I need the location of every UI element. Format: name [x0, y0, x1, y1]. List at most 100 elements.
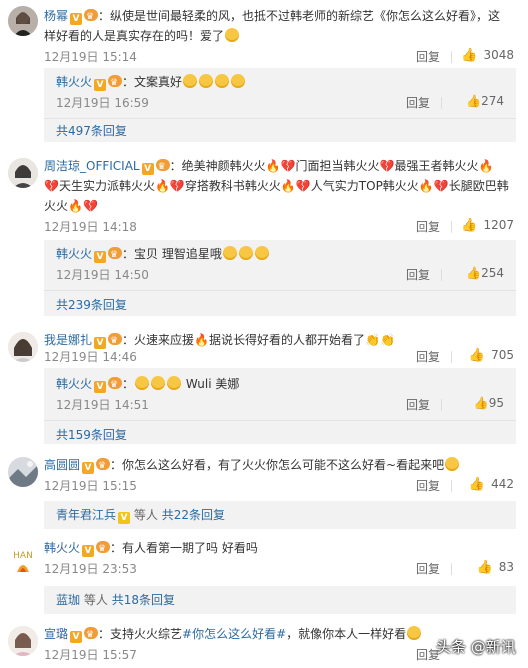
comment-meta: 12月19日 15:14 回复 👍 3048: [44, 48, 514, 66]
timestamp: 12月19日 14:46: [44, 350, 137, 364]
view-more-replies-link[interactable]: 共497条回复: [56, 122, 127, 139]
like-button[interactable]: 👍 1207: [456, 218, 514, 233]
smile-emoji-icon: [407, 626, 422, 640]
reply-button[interactable]: 回复: [416, 477, 440, 494]
reply-button[interactable]: 回复: [416, 48, 440, 65]
comment-yangmi: 杨幂V：纵使是世间最轻柔的风，也抵不过韩老师的新综艺《你怎么这么好看》，这 样好…: [0, 0, 528, 142]
view-more-replies-link[interactable]: 共159条回复: [56, 426, 127, 443]
divider: [451, 221, 452, 233]
avatar[interactable]: [8, 332, 38, 362]
avatar-image: [8, 626, 38, 656]
like-button[interactable]: 👍 442: [456, 477, 514, 492]
divider: [44, 420, 516, 421]
clap-emoji-icon: 👏👏: [365, 333, 395, 347]
heart-emoji-icon: 💔: [295, 179, 311, 193]
member-crown-icon: [84, 7, 99, 27]
avatar[interactable]: [8, 6, 38, 36]
username[interactable]: 周洁琼_OFFICIAL: [44, 159, 140, 173]
smile-emoji-icon: [222, 246, 237, 260]
fire-emoji-icon: 🔥: [68, 199, 83, 213]
reply-box: 韩火火V： Wuli 美娜 12月19日 14:51 回复 👍95 共159条回…: [44, 368, 516, 444]
fire-emoji-icon: 🔥: [194, 333, 209, 347]
divider: [441, 97, 442, 109]
divider: [44, 118, 516, 119]
timestamp: 12月19日 15:57: [44, 648, 137, 662]
username[interactable]: 宣璐: [44, 627, 68, 641]
timestamp: 12月19日 14:51: [56, 398, 149, 412]
member-crown-icon: [108, 375, 123, 395]
verified-badge-icon: V: [94, 381, 107, 393]
like-button[interactable]: 👍95: [446, 396, 504, 410]
avatar[interactable]: [8, 626, 38, 656]
thumbs-up-icon: 👍: [461, 218, 478, 233]
username[interactable]: 高圆圆: [44, 458, 80, 472]
thumbs-up-icon: 👍: [468, 477, 486, 492]
timestamp: 12月19日 14:18: [44, 220, 137, 234]
fire-emoji-icon: 🔥: [154, 179, 170, 193]
view-more-replies-link[interactable]: 共239条回复: [56, 296, 127, 313]
avatar-image: [8, 457, 38, 487]
timestamp: 12月19日 15:15: [44, 479, 137, 493]
watermark: 头条 @新讯: [436, 638, 516, 656]
reply-text: 韩火火V：宝贝 理智追星哦: [56, 244, 270, 265]
fire-emoji-icon: 🔥: [478, 159, 494, 173]
reply-button[interactable]: 回复: [416, 348, 440, 365]
reply-users[interactable]: 蓝珈: [56, 593, 80, 607]
reply-button[interactable]: 回复: [406, 94, 430, 111]
reply-box: 青年君江兵 V 等人 共22条回复: [44, 501, 516, 529]
view-more-replies-link[interactable]: 青年君江兵 V 等人 共22条回复: [56, 506, 225, 524]
verified-badge-icon: V: [70, 631, 83, 643]
timestamp: 12月19日 15:14: [44, 50, 137, 64]
member-crown-icon: [96, 456, 111, 476]
reply-button[interactable]: 回复: [416, 218, 440, 235]
comment-text: 周洁琼_OFFICIALV：绝美神颜韩火火🔥💔门面担当韩火火💔最强王者韩火火🔥 …: [44, 156, 512, 216]
thumbs-up-icon: 👍: [468, 348, 486, 363]
verified-badge-icon: V: [94, 79, 107, 91]
avatar-image: [8, 158, 38, 188]
heart-emoji-icon: 💔: [82, 199, 98, 213]
divider: [441, 269, 442, 281]
verified-badge-icon: V: [141, 163, 154, 175]
avatar[interactable]: [8, 457, 38, 487]
username[interactable]: 我是娜扎: [44, 333, 92, 347]
like-button[interactable]: 👍 83: [456, 560, 514, 575]
like-button[interactable]: 👍254: [446, 266, 504, 280]
like-button[interactable]: 👍274: [446, 94, 504, 108]
username[interactable]: 韩火火: [56, 247, 92, 261]
smile-emoji-icon: [238, 246, 253, 260]
divider: [451, 480, 452, 492]
username[interactable]: 韩火火: [56, 75, 92, 89]
smile-emoji-icon: [231, 74, 246, 88]
smile-emoji-icon: [199, 74, 214, 88]
grin-emoji-icon: [445, 457, 460, 471]
fire-emoji-icon: 🔥: [265, 159, 281, 173]
reply-users[interactable]: 青年君江兵: [56, 508, 116, 522]
avatar[interactable]: HAN: [8, 546, 38, 576]
like-button[interactable]: 👍 3048: [456, 48, 514, 63]
reply-button[interactable]: 回复: [406, 396, 430, 413]
hashtag-link[interactable]: #你怎么这么好看#: [182, 627, 286, 641]
heart-emoji-icon: 💔: [280, 159, 296, 173]
divider: [44, 290, 516, 291]
username[interactable]: 韩火火: [44, 541, 80, 555]
reply-box: 韩火火V：宝贝 理智追星哦 12月19日 14:50 回复 👍254 共239条…: [44, 240, 516, 316]
heart-eyes-emoji-icon: [151, 376, 166, 390]
like-button[interactable]: 👍 705: [456, 348, 514, 363]
avatar-image: [8, 332, 38, 362]
username[interactable]: 杨幂: [44, 9, 68, 23]
avatar[interactable]: [8, 158, 38, 188]
heart-eyes-emoji-icon: [167, 376, 182, 390]
divider: [441, 399, 442, 411]
reply-button[interactable]: 回复: [406, 266, 430, 283]
reply-button[interactable]: 回复: [416, 560, 440, 577]
view-more-replies-link[interactable]: 蓝珈 等人 共18条回复: [56, 591, 175, 608]
divider: [451, 351, 452, 363]
avatar-image: HAN: [8, 546, 38, 576]
avatar-image: [8, 6, 38, 36]
fire-emoji-icon: 🔥: [280, 179, 296, 193]
verified-badge-icon: V: [70, 13, 83, 25]
comment-meta: 12月19日 14:46 回复 👍 705: [44, 348, 514, 366]
username[interactable]: 韩火火: [56, 377, 92, 391]
smile-emoji-icon: [254, 246, 269, 260]
comment-meta: 12月19日 15:15 回复 👍 442: [44, 477, 514, 495]
